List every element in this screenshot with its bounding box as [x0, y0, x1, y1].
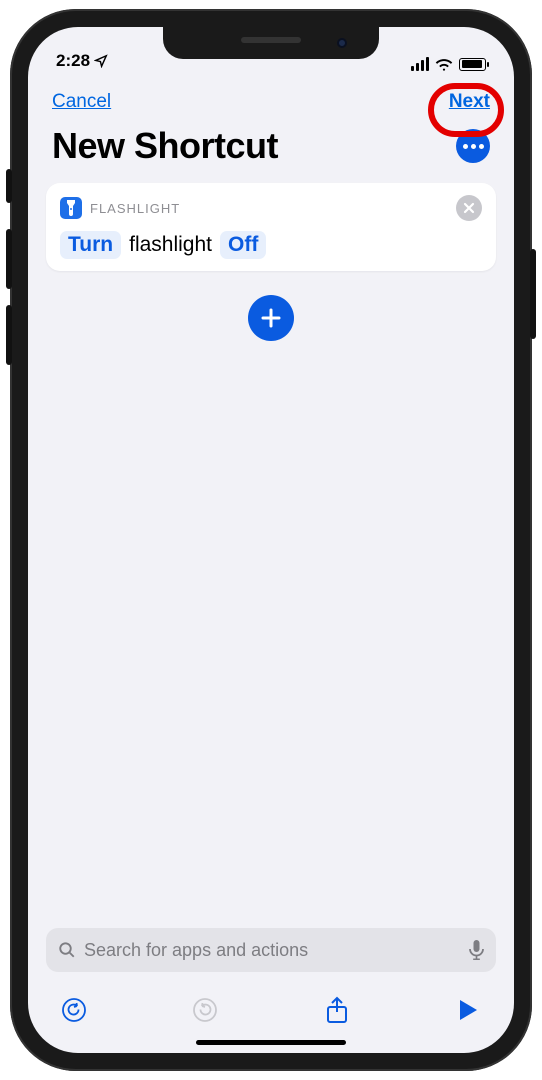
redo-icon [192, 997, 218, 1023]
home-indicator[interactable] [196, 1040, 346, 1045]
volume-up-button [6, 229, 12, 289]
page-title: New Shortcut [52, 125, 278, 167]
search-input[interactable] [84, 940, 461, 961]
nav-bar: Cancel Next [28, 75, 514, 121]
remove-action-button[interactable] [456, 195, 482, 221]
undo-icon [61, 997, 87, 1023]
cancel-button[interactable]: Cancel [52, 91, 111, 113]
action-param-action[interactable]: Turn [60, 231, 121, 259]
play-icon [458, 999, 478, 1021]
mute-switch [6, 169, 12, 203]
ellipsis-icon [463, 144, 484, 149]
power-button [530, 249, 536, 339]
bottom-toolbar [28, 980, 514, 1040]
plus-icon [260, 307, 282, 329]
redo-button[interactable] [189, 994, 221, 1026]
next-button[interactable]: Next [449, 91, 490, 113]
action-param-state[interactable]: Off [220, 231, 266, 259]
phone-frame: 2:28 Cancel Next New Shortcut [10, 9, 532, 1071]
undo-button[interactable] [58, 994, 90, 1026]
action-target: flashlight [129, 233, 212, 257]
screen: 2:28 Cancel Next New Shortcut [28, 27, 514, 1053]
volume-down-button [6, 305, 12, 365]
location-icon [94, 54, 108, 68]
action-app-label: FLASHLIGHT [90, 201, 180, 216]
wifi-icon [435, 57, 453, 71]
battery-icon [459, 58, 486, 71]
action-list: FLASHLIGHT Turn flashlight Off [28, 183, 514, 920]
search-field[interactable] [46, 928, 496, 972]
share-button[interactable] [321, 994, 353, 1026]
status-time: 2:28 [56, 51, 90, 71]
add-action-button[interactable] [248, 295, 294, 341]
run-button[interactable] [452, 994, 484, 1026]
more-button[interactable] [456, 129, 490, 163]
cellular-icon [411, 57, 430, 71]
action-card[interactable]: FLASHLIGHT Turn flashlight Off [46, 183, 496, 271]
share-icon [326, 996, 348, 1024]
microphone-icon[interactable] [469, 940, 484, 960]
notch [163, 27, 379, 59]
close-icon [463, 202, 475, 214]
search-icon [58, 941, 76, 959]
flashlight-app-icon [60, 197, 82, 219]
